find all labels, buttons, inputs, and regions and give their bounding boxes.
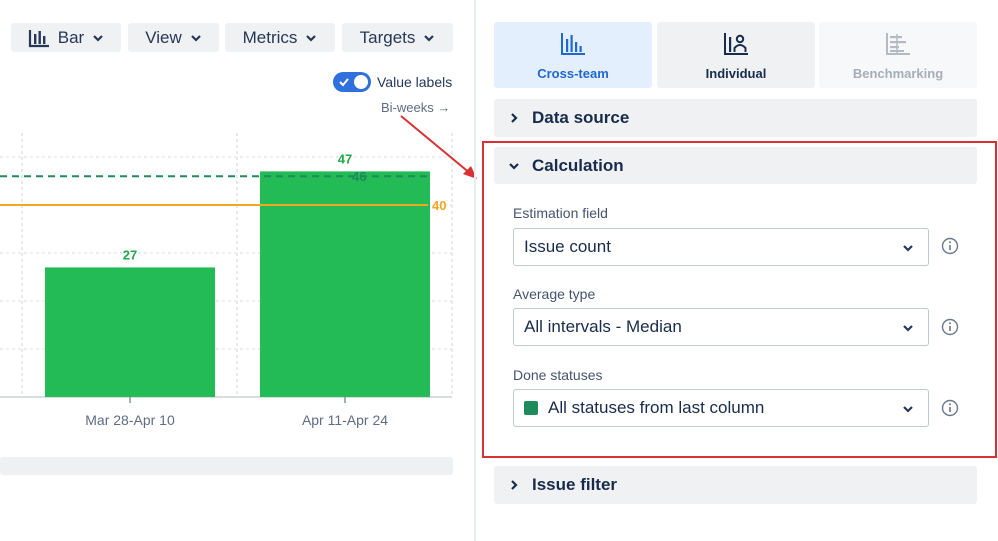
chevron-down-icon: [190, 34, 201, 42]
metrics-label: Metrics: [242, 27, 298, 47]
bar-chart: 27 Mar 28-Apr 10 47 Apr 11-Apr 24 46 40: [0, 133, 453, 428]
section-data-source[interactable]: Data source: [494, 99, 977, 137]
view-dropdown[interactable]: View: [128, 23, 219, 52]
section-issue-filter[interactable]: Issue filter: [494, 466, 977, 504]
check-icon: [339, 78, 349, 87]
x-tick-label: Apr 11-Apr 24: [302, 412, 388, 428]
chevron-right-icon: [511, 480, 518, 490]
tab-label: Individual: [705, 66, 767, 81]
chart-type-dropdown[interactable]: Bar: [11, 23, 121, 52]
panel-divider: [474, 0, 476, 541]
calculation-highlight: [482, 141, 997, 458]
bar-value-label: 47: [338, 151, 352, 166]
x-tick-label: Mar 28-Apr 10: [85, 412, 175, 428]
annotation-arrow: [400, 115, 477, 179]
reference-line-label: 40: [432, 198, 446, 213]
targets-label: Targets: [359, 27, 416, 47]
section-title: Issue filter: [532, 475, 618, 494]
toggle-knob: [354, 75, 368, 89]
bar-chart-icon: [561, 33, 585, 55]
value-labels-toggle[interactable]: [333, 72, 371, 92]
bar: [45, 267, 215, 397]
app-root: Bar View Metrics Targets Value labels Bi…: [0, 0, 998, 541]
bar-chart-icon: [28, 29, 49, 47]
chart-type-label: Bar: [57, 27, 85, 47]
metrics-dropdown[interactable]: Metrics: [225, 23, 335, 52]
tab-individual[interactable]: Individual: [657, 22, 815, 88]
tab-cross-team[interactable]: Cross-team: [494, 22, 652, 88]
reference-line-label: 46: [352, 169, 366, 184]
chevron-down-icon: [93, 34, 104, 42]
chevron-down-icon: [306, 34, 317, 42]
person-chart-icon: [724, 33, 748, 55]
chart-scrollbar[interactable]: [0, 457, 453, 475]
benchmark-icon: [886, 33, 910, 55]
view-label: View: [145, 27, 182, 47]
tab-benchmarking[interactable]: Benchmarking: [819, 22, 977, 88]
bar-value-label: 27: [123, 247, 137, 262]
chevron-right-icon: [511, 113, 518, 123]
tab-label: Cross-team: [537, 66, 609, 81]
targets-dropdown[interactable]: Targets: [342, 23, 453, 52]
chevron-down-icon: [424, 34, 435, 42]
value-labels-label: Value labels: [377, 74, 453, 90]
tab-label: Benchmarking: [852, 66, 944, 81]
section-title: Data source: [532, 108, 630, 127]
